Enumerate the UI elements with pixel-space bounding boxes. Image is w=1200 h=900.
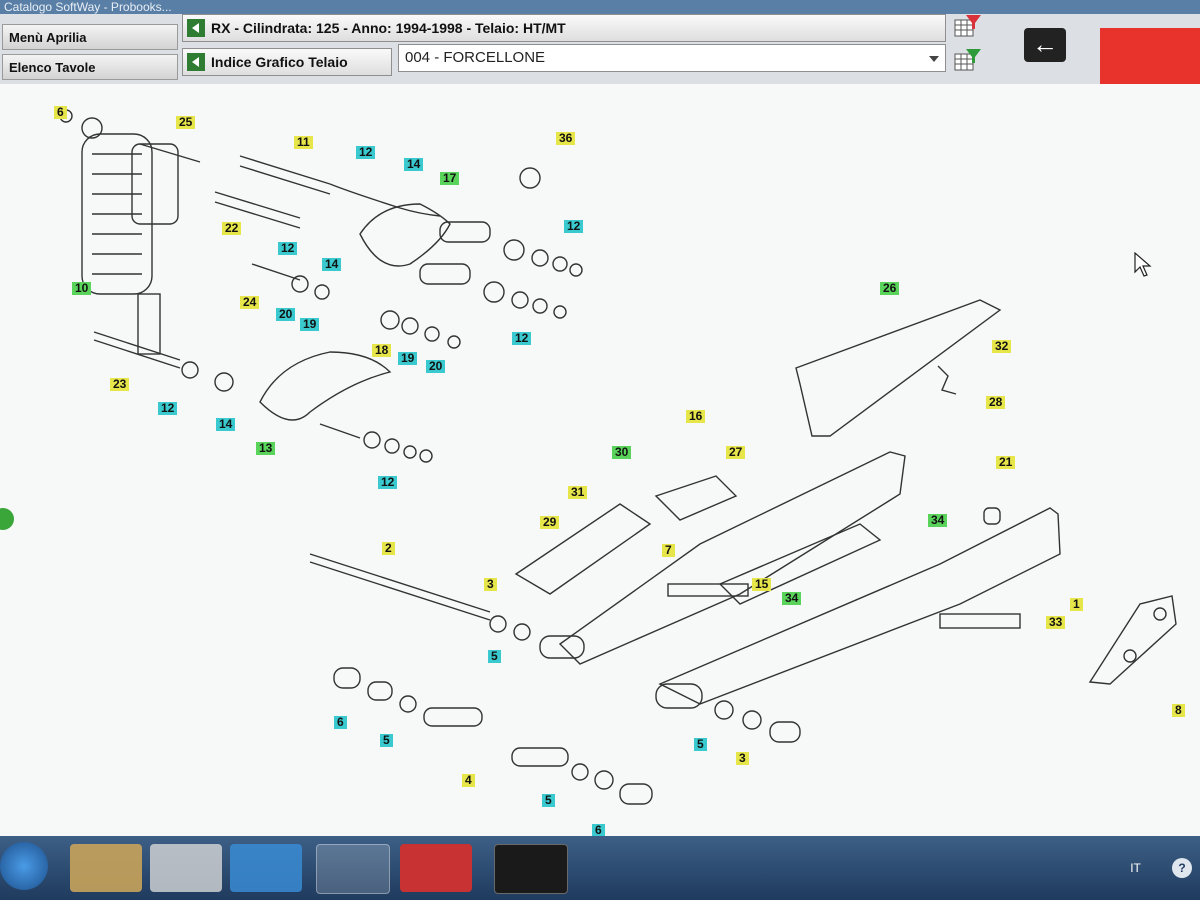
part-callout-28[interactable]: 28 — [986, 396, 1006, 409]
arrow-left-icon: ← — [1032, 29, 1058, 59]
part-callout-2[interactable]: 2 — [382, 542, 395, 555]
breadcrumb-index[interactable]: Indice Grafico Telaio — [182, 48, 392, 76]
pdf-app-icon[interactable] — [400, 844, 472, 892]
part-callout-25[interactable]: 25 — [176, 116, 196, 129]
part-callout-12[interactable]: 12 — [512, 332, 532, 345]
part-callout-34[interactable]: 34 — [928, 514, 948, 527]
part-callout-3[interactable]: 3 — [484, 578, 497, 591]
toolbar: Menù Aprilia Elenco Tavole RX - Cilindra… — [0, 14, 1200, 90]
part-callout-11[interactable]: 11 — [294, 136, 313, 149]
mouse-pointer-icon — [1134, 252, 1152, 277]
breadcrumb-model[interactable]: RX - Cilindrata: 125 - Anno: 1994-1998 -… — [182, 14, 946, 42]
part-callout-3[interactable]: 3 — [736, 752, 749, 765]
part-callout-18[interactable]: 18 — [372, 344, 392, 357]
breadcrumb-model-label: RX - Cilindrata: 125 - Anno: 1994-1998 -… — [211, 20, 566, 36]
system-tray: IT ? — [1130, 858, 1192, 878]
chevron-down-icon — [929, 56, 939, 62]
part-callout-12[interactable]: 12 — [356, 146, 376, 159]
part-callout-24[interactable]: 24 — [240, 296, 260, 309]
part-callout-29[interactable]: 29 — [540, 516, 560, 529]
table-list-button[interactable]: Elenco Tavole — [2, 54, 178, 80]
part-callout-19[interactable]: 19 — [398, 352, 418, 365]
language-indicator[interactable]: IT — [1130, 861, 1140, 875]
part-callout-12[interactable]: 12 — [564, 220, 584, 233]
part-callout-6[interactable]: 6 — [54, 106, 67, 119]
menu-aprilia-button[interactable]: Menù Aprilia — [2, 24, 178, 50]
part-callout-16[interactable]: 16 — [686, 410, 706, 423]
part-callout-6[interactable]: 6 — [334, 716, 347, 729]
parts-diagram[interactable]: 6 25 11 12 14 17 36 22 12 14 12 24 20 19 10 18 19 20 12 23 1… — [0, 84, 1200, 837]
part-callout-34[interactable]: 34 — [782, 592, 802, 605]
part-callout-4[interactable]: 4 — [462, 774, 475, 787]
part-callout-7[interactable]: 7 — [662, 544, 675, 557]
part-callout-14[interactable]: 14 — [322, 258, 342, 271]
part-callout-19[interactable]: 19 — [300, 318, 320, 331]
part-callout-5[interactable]: 5 — [694, 738, 707, 751]
part-callout-10[interactable]: 10 — [72, 282, 92, 295]
part-callout-5[interactable]: 5 — [542, 794, 555, 807]
catalog-app-icon[interactable] — [494, 844, 568, 894]
window-title: Catalogo SoftWay - Probooks... — [0, 0, 1200, 14]
part-callout-26[interactable]: 26 — [880, 282, 900, 295]
filter-grid-icon[interactable] — [954, 48, 982, 72]
part-callout-15[interactable]: 15 — [752, 578, 772, 591]
part-callout-14[interactable]: 14 — [404, 158, 424, 171]
part-callout-20[interactable]: 20 — [276, 308, 296, 321]
table-select[interactable]: 004 - FORCELLONE — [398, 44, 946, 72]
breadcrumb-index-label: Indice Grafico Telaio — [211, 54, 348, 70]
part-callout-31[interactable]: 31 — [568, 486, 588, 499]
windows-start-icon[interactable] — [0, 842, 48, 890]
back-arrow-icon[interactable] — [187, 19, 205, 37]
part-callout-32[interactable]: 32 — [992, 340, 1012, 353]
brand-block — [1100, 28, 1200, 90]
back-arrow-icon[interactable] — [187, 53, 205, 71]
part-callout-12[interactable]: 12 — [158, 402, 178, 415]
media-player-icon[interactable] — [150, 844, 222, 892]
part-callout-22[interactable]: 22 — [222, 222, 242, 235]
back-button[interactable]: ← — [1024, 28, 1066, 62]
table-select-value: 004 - FORCELLONE — [405, 49, 546, 66]
taskbar: IT ? — [0, 836, 1200, 900]
filter-table-icon[interactable] — [954, 14, 982, 38]
chrome-icon[interactable] — [316, 844, 390, 894]
file-explorer-icon[interactable] — [70, 844, 142, 892]
part-callout-1[interactable]: 1 — [1070, 598, 1083, 611]
part-callout-12[interactable]: 12 — [378, 476, 398, 489]
part-callout-14[interactable]: 14 — [216, 418, 236, 431]
part-callout-12[interactable]: 12 — [278, 242, 298, 255]
part-callout-13[interactable]: 13 — [256, 442, 276, 455]
part-callout-21[interactable]: 21 — [996, 456, 1016, 469]
part-callout-20[interactable]: 20 — [426, 360, 446, 373]
part-callout-27[interactable]: 27 — [726, 446, 746, 459]
swingarm-drawing — [59, 109, 1177, 805]
part-callout-17[interactable]: 17 — [440, 172, 460, 185]
part-callout-23[interactable]: 23 — [110, 378, 130, 391]
part-callout-5[interactable]: 5 — [380, 734, 393, 747]
part-callout-36[interactable]: 36 — [556, 132, 576, 145]
part-callout-30[interactable]: 30 — [612, 446, 632, 459]
part-callout-5[interactable]: 5 — [488, 650, 501, 663]
help-icon[interactable]: ? — [1172, 858, 1192, 878]
part-callout-33[interactable]: 33 — [1046, 616, 1066, 629]
part-callout-8[interactable]: 8 — [1172, 704, 1185, 717]
internet-explorer-icon[interactable] — [230, 844, 302, 892]
